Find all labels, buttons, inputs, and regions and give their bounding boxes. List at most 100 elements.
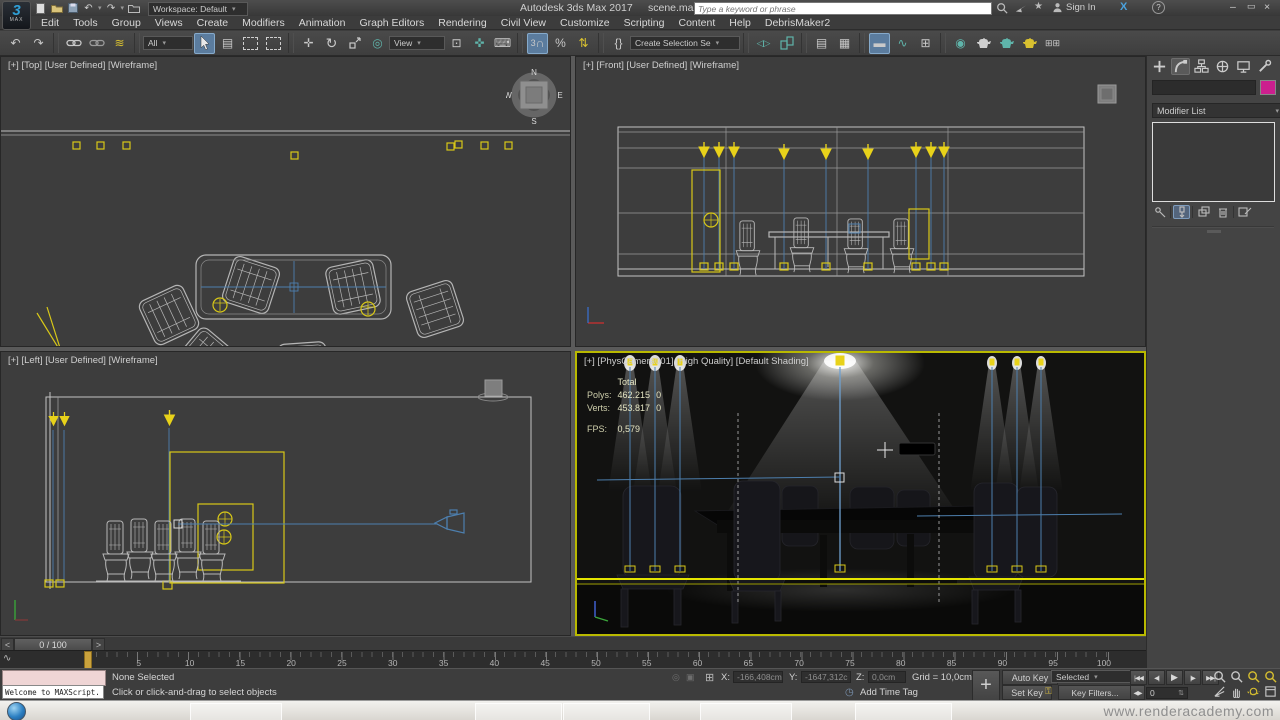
time-slider-track[interactable]: < 0 / 100 >	[0, 636, 1146, 652]
menu-item[interactable]: Create	[190, 17, 236, 29]
taskbar-window[interactable]	[475, 703, 562, 720]
compass-south[interactable]: S	[531, 117, 536, 126]
window-crossing-toggle[interactable]	[263, 33, 284, 54]
previous-frame-button[interactable]: ◀|	[1148, 670, 1165, 685]
menu-item[interactable]: Scripting	[617, 17, 672, 29]
tab-motion[interactable]	[1213, 58, 1232, 75]
show-end-result-button[interactable]	[1173, 205, 1190, 219]
configure-modifier-sets-button[interactable]	[1236, 205, 1253, 219]
undo-dropdown-icon[interactable]: ▾	[98, 4, 102, 12]
reference-coordinate-dropdown[interactable]: View ▾	[389, 36, 445, 50]
viewport-top-label[interactable]: [+] [Top] [User Defined] [Wireframe]	[8, 60, 157, 71]
zoom-extents-icon[interactable]	[1246, 670, 1261, 683]
user-icon[interactable]	[1052, 2, 1063, 13]
selection-filter-dropdown[interactable]: All ▾	[143, 36, 193, 50]
track-bar[interactable]: ∿ 05101520253035404550556065707580859095…	[0, 650, 1146, 670]
open-container-button[interactable]: ⊞⊞	[1042, 33, 1063, 54]
compass-north[interactable]: N	[531, 68, 537, 77]
render-setup-button[interactable]	[973, 33, 994, 54]
panel-scroll-grip[interactable]	[1207, 230, 1221, 233]
undo-icon[interactable]: ↶	[82, 2, 95, 14]
menu-item[interactable]: Customize	[553, 17, 617, 29]
absolute-mode-icon[interactable]: ⊞	[705, 671, 714, 684]
maximize-viewport-icon[interactable]	[1263, 685, 1278, 698]
select-by-name-button[interactable]: ▤	[217, 33, 238, 54]
select-and-rotate-button[interactable]: ↻	[321, 33, 342, 54]
select-and-place-button[interactable]: ◎	[367, 33, 388, 54]
time-tag-icon[interactable]: ◷	[845, 687, 854, 698]
angle-snap-button[interactable]: %	[550, 33, 571, 54]
toggle-ribbon-button[interactable]: ▬	[869, 32, 890, 54]
taskbar-window[interactable]	[700, 703, 792, 720]
menu-item[interactable]: Tools	[66, 17, 105, 29]
go-to-start-button[interactable]: |◀◀	[1130, 670, 1147, 685]
set-project-folder-icon[interactable]	[127, 2, 140, 14]
next-frame-button[interactable]: |▶	[1184, 670, 1201, 685]
exchange-icon[interactable]: X	[1120, 1, 1127, 13]
save-file-icon[interactable]	[66, 2, 79, 14]
key-mode-toggle[interactable]: ◀▶	[1130, 685, 1145, 700]
select-and-scale-button[interactable]	[344, 33, 365, 54]
redo-dropdown-icon[interactable]: ▾	[121, 4, 125, 12]
z-coordinate-field[interactable]: 0,0cm	[868, 671, 906, 683]
menu-item[interactable]: Group	[105, 17, 148, 29]
selection-lock-icon[interactable]: ▣	[686, 672, 695, 683]
windows-start-button[interactable]	[7, 702, 26, 720]
schematic-view-button[interactable]: ⊞	[915, 33, 936, 54]
material-editor-button[interactable]: ◉	[950, 33, 971, 54]
rectangular-selection-region-button[interactable]	[240, 33, 261, 54]
use-pivot-center-button[interactable]: ⊡	[446, 33, 467, 54]
object-color-swatch[interactable]	[1260, 80, 1276, 95]
tab-hierarchy[interactable]	[1192, 58, 1211, 75]
zoom-all-icon[interactable]	[1229, 670, 1244, 683]
mirror-button[interactable]: ◁▷	[753, 33, 774, 54]
select-object-button[interactable]	[194, 32, 215, 54]
help-icon[interactable]: ?	[1152, 1, 1165, 14]
minimize-button[interactable]: –	[1230, 1, 1236, 13]
key-icon[interactable]: ⚿	[1045, 686, 1052, 697]
object-name-field[interactable]	[1152, 80, 1256, 95]
orbit-icon[interactable]	[1246, 685, 1261, 698]
add-time-tag[interactable]: Add Time Tag	[860, 687, 918, 698]
sign-in-link[interactable]: Sign In	[1066, 2, 1096, 13]
menu-item[interactable]: Graph Editors	[352, 17, 431, 29]
auto-key-button[interactable]: Auto Key	[1002, 670, 1058, 685]
communication-center-icon[interactable]	[1015, 2, 1027, 14]
modifier-list-dropdown[interactable]: Modifier List ▾	[1152, 103, 1280, 118]
taskbar-window[interactable]	[563, 703, 650, 720]
close-button[interactable]: ×	[1264, 1, 1270, 13]
undo-button[interactable]: ↶	[5, 33, 26, 54]
create-keys-plus-button[interactable]: +	[972, 670, 1000, 701]
menu-item[interactable]: Modifiers	[235, 17, 292, 29]
field-of-view-icon[interactable]	[1212, 685, 1227, 698]
tab-create[interactable]	[1150, 58, 1169, 75]
viewport-front-label[interactable]: [+] [Front] [User Defined] [Wireframe]	[583, 60, 739, 71]
select-and-link-icon[interactable]	[63, 33, 84, 54]
open-file-icon[interactable]	[50, 2, 63, 14]
key-filters-button[interactable]: Key Filters...	[1058, 685, 1132, 700]
menu-item[interactable]: DebrisMaker2	[758, 17, 837, 29]
redo-button[interactable]: ↷	[28, 33, 49, 54]
redo-icon[interactable]: ↷	[105, 2, 118, 14]
zoom-icon[interactable]	[1212, 670, 1227, 683]
rendered-frame-window-button[interactable]	[996, 33, 1017, 54]
compass-east[interactable]: E	[557, 91, 562, 100]
toggle-layer-explorer-button[interactable]: ▦	[834, 33, 855, 54]
spinner-snap-button[interactable]: ⇅	[573, 33, 594, 54]
frame-spinner[interactable]: ⇅	[1178, 689, 1184, 697]
y-coordinate-field[interactable]: -1647,312c	[801, 671, 851, 683]
play-button[interactable]: ▶	[1166, 670, 1183, 685]
viewport-camera[interactable]: [+] [PhysCamera001] [High Quality] [Defa…	[575, 351, 1146, 636]
menu-item[interactable]: Content	[671, 17, 722, 29]
pin-stack-button[interactable]	[1151, 205, 1168, 219]
search-input[interactable]	[694, 2, 992, 15]
current-frame-field[interactable]: 0 ⇅	[1146, 686, 1188, 699]
bind-to-spacewarp-icon[interactable]: ≋	[109, 33, 130, 54]
select-and-move-button[interactable]: ✛	[298, 33, 319, 54]
maxscript-mini-listener[interactable]: Welcome to MAXScript.	[2, 685, 104, 699]
isolate-selection-icon[interactable]: ◎	[672, 672, 680, 683]
viewport-left-label[interactable]: [+] [Left] [User Defined] [Wireframe]	[8, 355, 158, 366]
select-and-manipulate-button[interactable]: ✜	[469, 33, 490, 54]
viewcube-compass[interactable]: N E S W	[506, 67, 566, 127]
viewport-left[interactable]: [+] [Left] [User Defined] [Wireframe]	[0, 351, 571, 636]
